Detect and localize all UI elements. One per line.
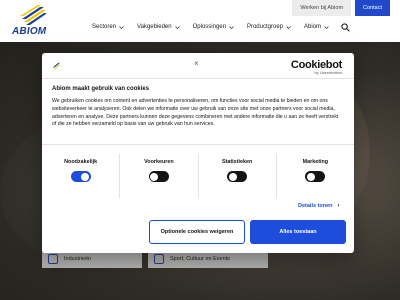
dialog-title: Abiom maakt gebruik van cookies [52, 86, 150, 92]
logo-text: ABIOM [12, 26, 47, 37]
nav-item-abiom[interactable]: Abiom [304, 24, 329, 30]
allow-all-button[interactable]: Alles toestaan [250, 220, 346, 244]
close-dialog-button[interactable]: × [194, 59, 199, 68]
consent-toggles: Noodzakelijk Voorkeuren Statistieken Mar… [42, 154, 354, 198]
toggle-label: Voorkeuren [144, 159, 174, 165]
divider [42, 78, 354, 79]
abiom-logo-mark-icon [20, 5, 46, 25]
utility-bar: Werken bij Abiom Contact [292, 0, 390, 16]
toggle-knob [150, 172, 159, 181]
cookiebot-brand: Cookiebot by Usercentrics [291, 59, 342, 75]
toggle-group-necessary: Noodzakelijk [42, 154, 121, 198]
chevron-down-icon [324, 25, 329, 29]
work-at-abiom-link[interactable]: Werken bij Abiom [292, 0, 352, 16]
dialog-body-text: We gebruiken cookies om content en adver… [52, 98, 339, 128]
nav-item-oplossingen[interactable]: Oplossingen [193, 24, 234, 30]
chevron-right-icon: › [337, 203, 340, 209]
toggle-knob [81, 172, 90, 181]
toggle-knob [306, 172, 315, 181]
nav-item-productgroep[interactable]: Productgroep [247, 24, 291, 30]
main-nav: Sectoren Vakgebieden Oplossingen Product… [92, 24, 329, 30]
contact-button[interactable]: Contact [355, 0, 390, 16]
chevron-down-icon [119, 25, 124, 29]
toggle-label: Marketing [302, 159, 329, 165]
chevron-down-icon [286, 25, 291, 29]
nav-item-label: Oplossingen [192, 24, 226, 30]
search-icon[interactable] [341, 23, 350, 32]
nav-item-vakgebieden[interactable]: Vakgebieden [137, 24, 180, 30]
toggle-group-marketing: Marketing [277, 154, 354, 198]
nav-item-sectoren[interactable]: Sectoren [92, 24, 124, 30]
toggle-label: Noodzakelijk [64, 159, 98, 165]
necessary-toggle[interactable] [70, 171, 91, 182]
toggle-label: Statistieken [221, 159, 253, 165]
show-details-label: Details tonen [298, 203, 333, 209]
toggle-knob [228, 172, 237, 181]
chevron-down-icon [174, 25, 180, 29]
cookie-consent-dialog: × Cookiebot by Usercentrics Abiom maakt … [42, 53, 354, 253]
marketing-toggle[interactable] [305, 171, 326, 182]
toggle-group-statistics: Statistieken [199, 154, 277, 198]
toggle-group-preferences: Voorkeuren [120, 154, 199, 198]
preferences-toggle[interactable] [148, 171, 169, 182]
nav-item-label: Abiom [304, 24, 322, 30]
statistics-toggle[interactable] [227, 171, 248, 182]
deny-optional-cookies-button[interactable]: Optionele cookies weigeren [149, 220, 245, 244]
abiom-small-logo-icon [52, 62, 61, 70]
nav-item-label: Sectoren [92, 24, 117, 30]
chevron-down-icon [229, 25, 234, 29]
show-details-link[interactable]: Details tonen › [298, 203, 340, 209]
nav-item-label: Vakgebieden [137, 24, 172, 30]
site-header: ABIOM Werken bij Abiom Contact Sectoren … [0, 0, 400, 42]
abiom-logo[interactable]: ABIOM [12, 5, 52, 39]
divider [42, 144, 354, 145]
nav-item-label: Productgroep [246, 24, 283, 30]
